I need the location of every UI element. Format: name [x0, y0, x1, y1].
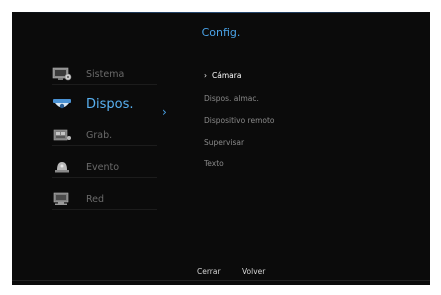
top-accent-line — [12, 12, 430, 13]
close-button[interactable]: Cerrar — [197, 267, 221, 276]
submenu-item-texto[interactable]: Texto — [204, 159, 224, 168]
config-screen: Config. Sistema Dispos. › Grab. Evento R… — [12, 12, 430, 285]
sidebar-item-label: Sistema — [86, 68, 125, 80]
sidebar-item-sistema[interactable]: Sistema — [52, 64, 157, 85]
network-icon — [53, 192, 69, 205]
sidebar-item-red[interactable]: Red — [52, 189, 157, 210]
record-icon — [53, 129, 71, 141]
chevron-right-icon: › — [162, 105, 167, 119]
sidebar-item-evento[interactable]: Evento — [52, 157, 157, 178]
camera-dome-icon — [53, 99, 71, 109]
sidebar-item-label: Grab. — [86, 129, 113, 141]
submenu-item-dispositivo-remoto[interactable]: Dispositivo remoto — [204, 116, 275, 125]
sidebar-item-label: Dispos. — [86, 96, 134, 112]
alarm-icon — [55, 162, 69, 173]
submenu-item-camara[interactable]: › Cámara — [204, 71, 241, 80]
page-title: Config. — [201, 26, 241, 39]
back-button[interactable]: Volver — [242, 267, 265, 276]
submenu-item-label: Cámara — [212, 71, 242, 80]
footer-divider — [12, 280, 430, 281]
sidebar-item-dispos[interactable]: Dispos. — [52, 92, 157, 116]
sidebar-item-grab[interactable]: Grab. — [52, 125, 157, 146]
system-icon — [52, 67, 72, 81]
submenu-item-dispos-almac[interactable]: Dispos. almac. — [204, 94, 259, 103]
sidebar-item-label: Red — [86, 193, 105, 205]
sidebar-item-label: Evento — [86, 161, 120, 173]
submenu-item-supervisar[interactable]: Supervisar — [204, 138, 244, 147]
chevron-right-icon: › — [204, 71, 207, 80]
